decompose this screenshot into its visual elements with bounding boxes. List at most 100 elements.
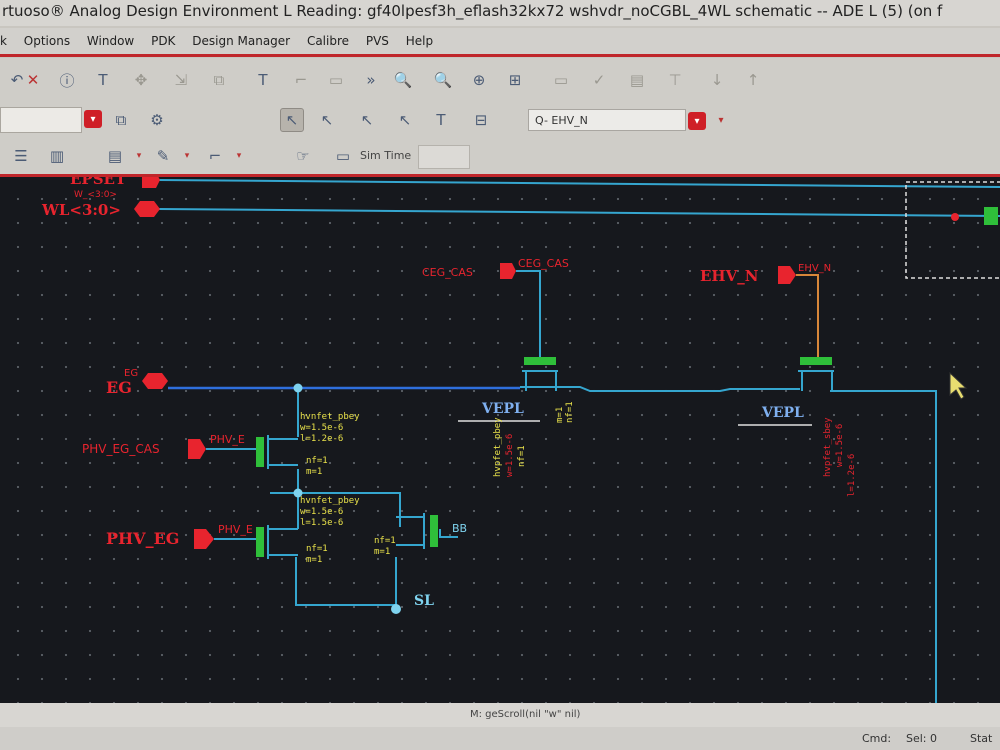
schematic-canvas[interactable]: EPSET W_<3:0> WL<3:0> CEG_CAS CEG_CAS EH…: [0, 177, 1000, 703]
copy-icon[interactable]: ⧉: [208, 69, 230, 91]
pin-ceg-cas[interactable]: CEG_CAS CEG_CAS: [422, 257, 569, 279]
text-icon[interactable]: T: [92, 69, 114, 91]
svg-text:EHV_N: EHV_N: [798, 263, 831, 274]
pin-icon[interactable]: ▭: [325, 69, 347, 91]
wire-mid: [520, 386, 800, 392]
zoom-area-icon[interactable]: ⊞: [504, 69, 526, 91]
workspace-icon[interactable]: ⚙: [146, 109, 168, 131]
edit-dropdown-icon[interactable]: ▾: [176, 145, 198, 167]
subcell-boundary: [905, 181, 1000, 279]
search-input[interactable]: Q- EHV_N: [528, 109, 686, 131]
edit-icon[interactable]: ✎: [152, 145, 174, 167]
select-net-icon[interactable]: ↖: [316, 109, 338, 131]
ascend-icon[interactable]: ↑: [742, 69, 764, 91]
menu-item-k[interactable]: k: [0, 34, 7, 48]
svg-text:CEG_CAS: CEG_CAS: [518, 257, 569, 270]
hierarchy-icon[interactable]: ⊤: [664, 69, 686, 91]
menu-item-help[interactable]: Help: [406, 34, 433, 48]
stat-label: Stat: [970, 732, 993, 745]
pointer-icon[interactable]: ☞: [292, 145, 314, 167]
select-mode-icon[interactable]: ↖: [280, 108, 304, 132]
more-icon[interactable]: »: [360, 69, 382, 91]
select-text-icon[interactable]: T: [430, 109, 452, 131]
stretch-icon[interactable]: ⇲: [170, 69, 192, 91]
menu-item-window[interactable]: Window: [87, 34, 134, 48]
transistor-t3[interactable]: [396, 513, 438, 549]
netlist-dropdown-icon[interactable]: ▾: [128, 145, 150, 167]
netlist-icon[interactable]: ▤: [104, 145, 126, 167]
wire-icon[interactable]: ⌐: [290, 69, 312, 91]
t2-properties: hvnfet_pbey w=1.5e-6 l=1.5e-6 nf=1 m=1: [300, 496, 360, 565]
svg-text:l=1.2e-6: l=1.2e-6: [847, 454, 857, 497]
svg-text:m=1: m=1: [374, 547, 390, 557]
delete-icon[interactable]: ✕: [22, 69, 44, 91]
menu-item-options[interactable]: Options: [24, 34, 70, 48]
sheet-icon[interactable]: ▭: [550, 69, 572, 91]
status-message: M: geScroll(nil "w" nil): [470, 709, 581, 720]
view-field[interactable]: [0, 107, 82, 133]
save-icon[interactable]: ▤: [626, 69, 648, 91]
descend-icon[interactable]: ↓: [706, 69, 728, 91]
svg-text:w=1.5e-6: w=1.5e-6: [300, 507, 343, 517]
svg-text:CEG_CAS: CEG_CAS: [422, 266, 473, 279]
svg-text:nf=1: nf=1: [374, 536, 396, 546]
svg-text:nf=1: nf=1: [306, 456, 328, 466]
menu-item-design-manager[interactable]: Design Manager: [192, 34, 290, 48]
cursor-icon: [949, 371, 968, 400]
svg-text:l=1.2e-6: l=1.2e-6: [300, 434, 343, 444]
menu-item-pvs[interactable]: PVS: [366, 34, 389, 48]
info-icon[interactable]: ⓘ: [56, 69, 78, 91]
wire-ehv-n: [796, 274, 819, 357]
subcell-pin: [984, 207, 998, 225]
svg-text:hvpfet_pbey: hvpfet_pbey: [493, 417, 503, 477]
label-icon[interactable]: T: [252, 69, 274, 91]
toolbar-sim: ☰ ▥ ▤ ▾ ✎ ▾ ⌐ ▾ ☞ ▭ Sim Time: [0, 140, 1000, 177]
transistor-vepl-2[interactable]: VEPL: [738, 357, 834, 426]
svg-text:m=1: m=1: [306, 555, 322, 565]
pin-epset[interactable]: EPSET W_<3:0>: [70, 177, 160, 200]
transistor-t1[interactable]: [256, 435, 298, 469]
svg-text:w=1.5e-6: w=1.5e-6: [505, 434, 515, 477]
window-title: rtuoso® Analog Design Environment L Read…: [0, 0, 1000, 26]
move-icon[interactable]: ✥: [130, 69, 152, 91]
pin-eg[interactable]: EG EG: [106, 368, 168, 397]
menu-item-calibre[interactable]: Calibre: [307, 34, 349, 48]
chevron-down-icon[interactable]: ▾: [710, 109, 732, 131]
select-inst-icon[interactable]: ↖: [356, 109, 378, 131]
net-sl: SL: [414, 593, 434, 609]
monitor-icon[interactable]: ▭: [332, 145, 354, 167]
transistor-t2[interactable]: [256, 525, 298, 559]
connect-dropdown-icon[interactable]: ▾: [228, 145, 250, 167]
menu-bar: k Options Window PDK Design Manager Cali…: [0, 28, 1000, 57]
svg-text:EG: EG: [124, 368, 138, 379]
view-dropdown-icon[interactable]: ▾: [84, 110, 102, 128]
pin-wl[interactable]: WL<3:0>: [41, 201, 160, 219]
svg-text:W_<3:0>: W_<3:0>: [74, 190, 117, 200]
list-icon[interactable]: ☰: [10, 145, 32, 167]
svg-text:WL<3:0>: WL<3:0>: [41, 201, 121, 219]
window-icon[interactable]: ⧉: [110, 109, 132, 131]
svg-text:EPSET: EPSET: [70, 177, 127, 188]
search-dropdown-icon[interactable]: ▾: [688, 112, 706, 130]
wire-ceg-cas: [516, 270, 541, 357]
pin-phv-eg-cas[interactable]: PHV_EG_CAS PHV_E: [82, 433, 245, 459]
zoom-fit-icon[interactable]: ⊕: [468, 69, 490, 91]
columns-icon[interactable]: ▥: [46, 145, 68, 167]
check-icon[interactable]: ✓: [588, 69, 610, 91]
svg-text:l=1.5e-6: l=1.5e-6: [300, 518, 343, 528]
toolbar-select: ▾ ⧉ ⚙ ↖ ↖ ↖ ↖ T ⊟ Q- EHV_N ▾ ▾: [0, 102, 1000, 141]
svg-text:nf=1: nf=1: [517, 445, 527, 467]
svg-text:w=1.5e-6: w=1.5e-6: [835, 424, 845, 467]
menu-item-pdk[interactable]: PDK: [151, 34, 175, 48]
probe-icon[interactable]: ⊟: [470, 109, 492, 131]
t1-properties: hvnfet_pbey w=1.5e-6 l=1.2e-6 nf=1 m=1: [300, 412, 360, 477]
pin-phv-eg[interactable]: PHV_EG PHV_E: [106, 523, 253, 549]
svg-text:nf=1: nf=1: [306, 544, 328, 554]
sim-time-input[interactable]: [418, 145, 470, 169]
svg-text:m=1: m=1: [555, 407, 565, 423]
zoom-in-icon[interactable]: 🔍: [392, 69, 414, 91]
select-pin-icon[interactable]: ↖: [394, 109, 416, 131]
top-buses: [157, 179, 1000, 217]
zoom-out-icon[interactable]: 🔍: [432, 69, 454, 91]
connect-icon[interactable]: ⌐: [204, 145, 226, 167]
